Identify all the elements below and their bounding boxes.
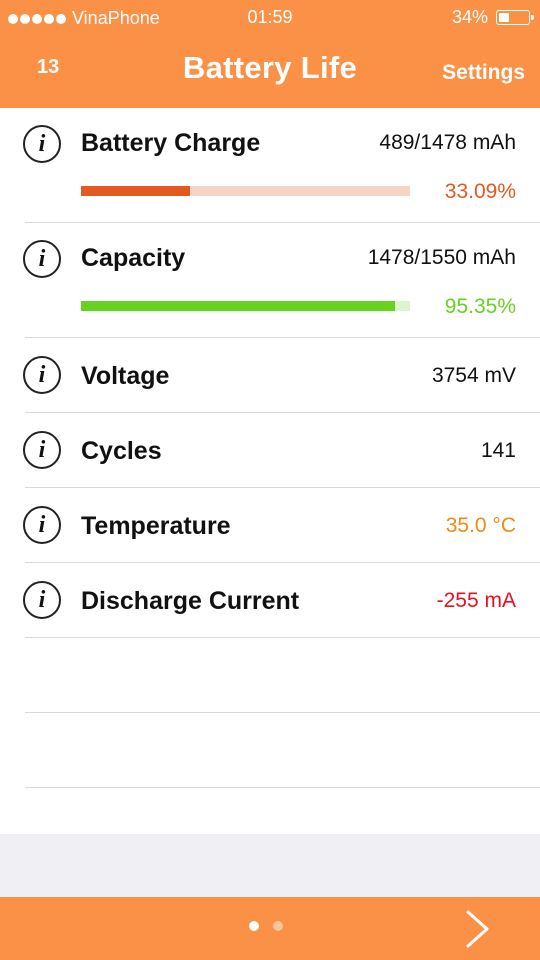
capacity-percent: 95.35% xyxy=(444,295,516,318)
cycles-label: Cycles xyxy=(81,437,162,465)
capacity-label: Capacity xyxy=(81,244,186,272)
info-icon[interactable]: i xyxy=(23,506,61,544)
discharge-current-value: -255 mA xyxy=(436,589,516,612)
battery-charge-bar-fill xyxy=(81,186,190,196)
voltage-value: 3754 mV xyxy=(431,364,516,387)
next-page-button[interactable] xyxy=(460,909,496,949)
empty-row xyxy=(25,713,540,788)
temperature-row: i Temperature 35.0 °C xyxy=(23,488,540,563)
app-header: VinaPhone 01:59 34% 13 Battery Life Sett… xyxy=(0,0,540,108)
list-footer-background xyxy=(0,834,540,897)
info-icon[interactable]: i xyxy=(23,356,61,394)
capacity-row: i Capacity 1478/1550 mAh 95.35% xyxy=(23,223,540,338)
cycles-value: 141 xyxy=(480,439,516,462)
capacity-value: 1478/1550 mAh xyxy=(367,246,516,269)
battery-icon xyxy=(496,10,534,25)
battery-status: 34% xyxy=(451,7,534,28)
temperature-label: Temperature xyxy=(81,512,231,540)
cycles-row: i Cycles 141 xyxy=(23,413,540,488)
battery-charge-label: Battery Charge xyxy=(81,129,261,157)
voltage-row: i Voltage 3754 mV xyxy=(23,338,540,413)
battery-stats-list: i Battery Charge 489/1478 mAh 33.09% i C… xyxy=(0,108,540,788)
capacity-bar-fill xyxy=(81,301,395,311)
page-dot xyxy=(273,921,283,931)
settings-button[interactable]: Settings xyxy=(442,61,525,85)
temperature-value: 35.0 °C xyxy=(445,514,516,537)
capacity-bar xyxy=(81,301,410,311)
page-dot-active xyxy=(249,921,259,931)
bottom-bar xyxy=(0,897,540,960)
battery-percent: 34% xyxy=(451,7,488,27)
empty-row xyxy=(25,638,540,713)
info-icon[interactable]: i xyxy=(23,125,61,163)
status-bar: VinaPhone 01:59 34% xyxy=(0,0,540,36)
voltage-label: Voltage xyxy=(81,362,170,390)
battery-charge-value: 489/1478 mAh xyxy=(379,131,516,154)
battery-charge-percent: 33.09% xyxy=(444,180,516,203)
battery-charge-row: i Battery Charge 489/1478 mAh 33.09% xyxy=(23,108,540,223)
page-indicator[interactable] xyxy=(249,921,283,931)
discharge-current-row: i Discharge Current -255 mA xyxy=(23,563,540,638)
battery-charge-bar xyxy=(81,186,410,196)
chevron-right-icon xyxy=(466,910,489,948)
info-icon[interactable]: i xyxy=(23,431,61,469)
info-icon[interactable]: i xyxy=(23,240,61,278)
discharge-current-label: Discharge Current xyxy=(81,587,300,615)
info-icon[interactable]: i xyxy=(23,581,61,619)
